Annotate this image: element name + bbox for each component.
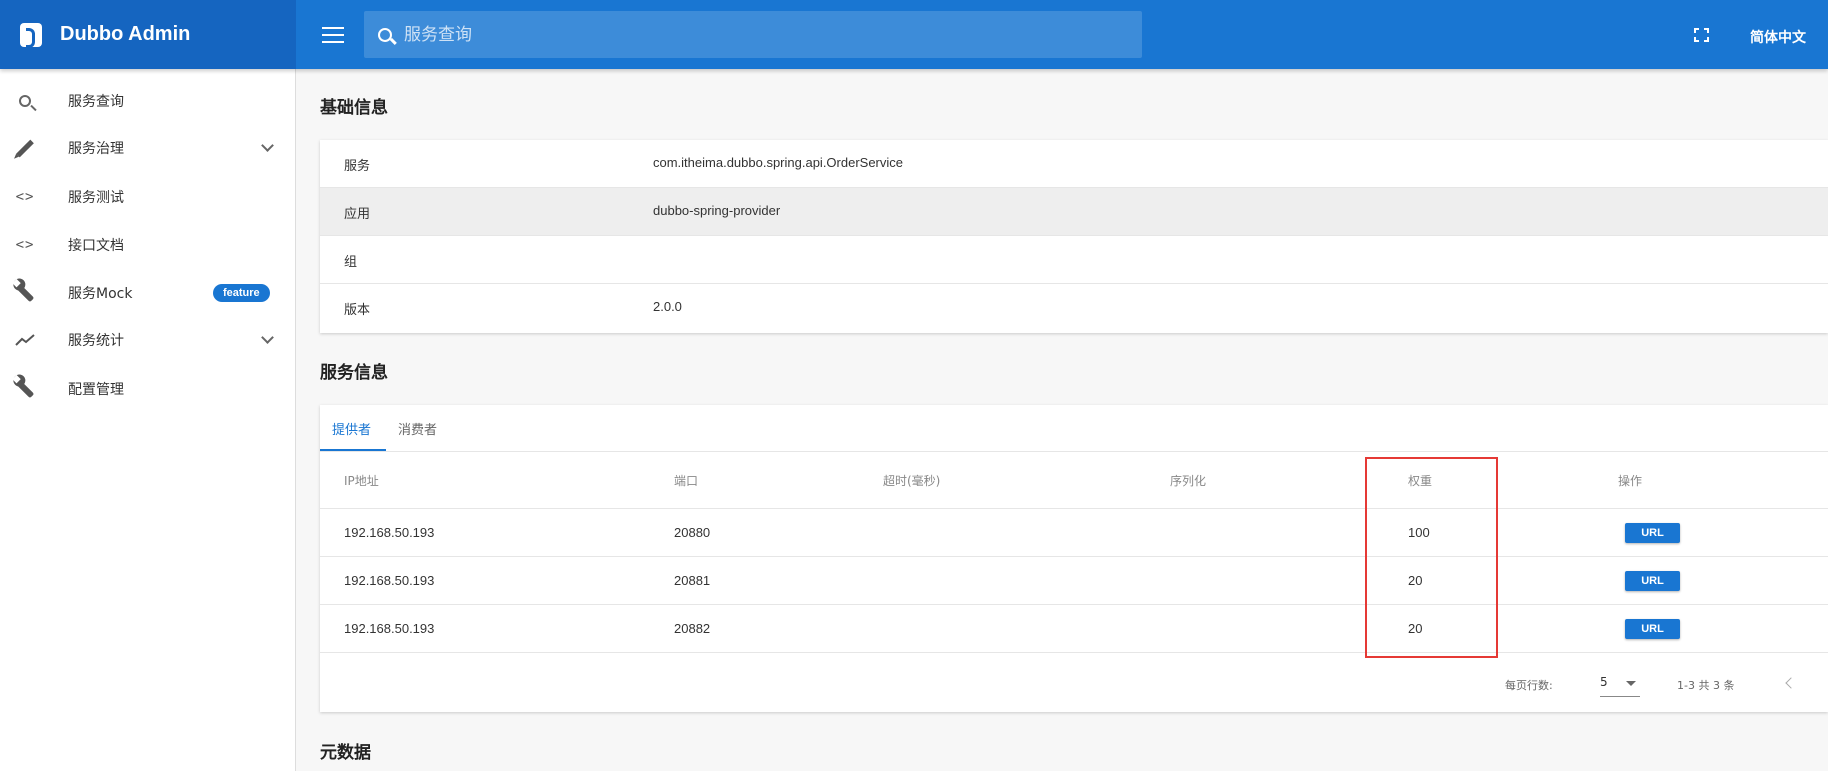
info-row-version: 版本 2.0.0: [320, 284, 1828, 332]
basic-info-title: 基础信息: [320, 98, 388, 118]
column-header-ip[interactable]: IP地址: [344, 472, 379, 489]
sidebar-item-service-search[interactable]: 服务查询: [0, 77, 296, 125]
column-header-action: 操作: [1618, 474, 1643, 488]
wrench-icon: [14, 378, 36, 400]
info-key: 服务: [344, 159, 371, 174]
info-value: dubbo-spring-provider: [653, 203, 781, 218]
sidebar-item-service-statistics[interactable]: 服务统计: [0, 316, 296, 364]
cell-port: 20881: [674, 573, 711, 588]
sidebar-item-service-governance[interactable]: 服务治理: [0, 124, 296, 172]
sidebar-item-label: 服务测试: [68, 190, 124, 206]
code-icon: <>: [15, 189, 35, 205]
column-header-timeout[interactable]: 超时(毫秒): [883, 472, 940, 489]
url-button[interactable]: URL: [1625, 619, 1680, 639]
menu-icon[interactable]: [322, 26, 344, 43]
wrench-icon: [14, 282, 36, 304]
dubbo-logo-icon: [20, 22, 42, 48]
column-header-serialization[interactable]: 序列化: [1170, 472, 1206, 489]
cell-weight: 100: [1408, 525, 1430, 540]
tab-consumers[interactable]: 消费者: [398, 419, 437, 438]
info-value: 2.0.0: [653, 299, 682, 314]
sidebar-item-label: 服务Mock: [68, 286, 133, 302]
search-input[interactable]: [404, 11, 1142, 58]
sidebar-item-label: 服务查询: [68, 94, 124, 110]
sidebar-item-api-docs[interactable]: <> 接口文档: [0, 221, 296, 269]
cell-ip: 192.168.50.193: [344, 573, 435, 588]
column-header-port[interactable]: 端口: [674, 472, 698, 489]
app-title: Dubbo Admin: [60, 23, 191, 45]
cell-weight: 20: [1408, 573, 1423, 588]
cell-ip: 192.168.50.193: [344, 525, 435, 540]
info-row-service: 服务 com.itheima.dubbo.spring.api.OrderSer…: [320, 140, 1828, 188]
tab-providers[interactable]: 提供者: [332, 419, 371, 438]
cell-ip: 192.168.50.193: [344, 621, 435, 636]
cell-weight: 20: [1408, 621, 1423, 636]
language-switcher[interactable]: 简体中文: [1750, 27, 1806, 47]
table-row: 192.168.50.193 20881 20 URL: [320, 557, 1828, 605]
fullscreen-icon[interactable]: [1694, 28, 1709, 42]
info-row-application: 应用 dubbo-spring-provider: [320, 188, 1828, 236]
url-button[interactable]: URL: [1625, 571, 1680, 591]
sidebar-item-service-mock[interactable]: 服务Mock feature: [0, 269, 296, 317]
active-tab-indicator: [320, 449, 386, 451]
top-app-bar: Dubbo Admin 简体中文: [0, 0, 1828, 69]
pagination-range: 1-3 共 3 条: [1677, 679, 1735, 692]
sidebar-item-config-management[interactable]: 配置管理: [0, 365, 296, 413]
service-info-title: 服务信息: [320, 363, 388, 383]
code-icon: <>: [15, 237, 35, 253]
column-header-weight[interactable]: 权重: [1408, 472, 1432, 489]
info-key: 应用: [344, 207, 371, 222]
info-key: 版本: [344, 303, 371, 318]
rows-per-page-label: 每页行数:: [1505, 679, 1553, 692]
brand: Dubbo Admin: [0, 0, 296, 69]
basic-info-card: 服务 com.itheima.dubbo.spring.api.OrderSer…: [320, 140, 1828, 333]
info-key: 组: [344, 255, 358, 270]
sidebar-item-label: 服务统计: [68, 333, 124, 349]
feature-badge: feature: [213, 284, 270, 302]
sidebar-item-label: 配置管理: [68, 382, 124, 398]
rows-per-page-value: 5: [1600, 675, 1608, 689]
sidebar: 服务查询 服务治理 <> 服务测试 <> 接口文档 服务Mock feature…: [0, 69, 296, 771]
search-box[interactable]: [364, 11, 1142, 58]
info-value: com.itheima.dubbo.spring.api.OrderServic…: [653, 155, 904, 170]
chevron-down-icon: [261, 138, 274, 152]
url-button[interactable]: URL: [1625, 523, 1680, 543]
pencil-icon: [14, 137, 36, 159]
sidebar-item-label: 服务治理: [68, 141, 124, 157]
cell-port: 20880: [674, 525, 711, 540]
caret-down-icon: [1626, 681, 1636, 686]
service-info-card: 提供者 消费者 IP地址 端口 超时(毫秒) 序列化 权重 操作 192.168…: [320, 405, 1828, 712]
metadata-title: 元数据: [320, 743, 371, 763]
chevron-down-icon: [261, 330, 274, 344]
sidebar-item-service-test[interactable]: <> 服务测试: [0, 173, 296, 221]
table-row: 192.168.50.193 20882 20 URL: [320, 605, 1828, 653]
info-row-group: 组: [320, 236, 1828, 284]
rows-per-page-select[interactable]: 5: [1600, 673, 1640, 697]
chart-line-icon: [14, 329, 36, 351]
search-icon: [378, 27, 392, 42]
table-row: 192.168.50.193 20880 100 URL: [320, 509, 1828, 557]
tab-bar: 提供者 消费者: [320, 405, 1828, 452]
table-header: IP地址 端口 超时(毫秒) 序列化 权重 操作: [320, 452, 1828, 509]
sidebar-item-label: 接口文档: [68, 238, 124, 254]
search-icon: [14, 90, 36, 112]
cell-port: 20882: [674, 621, 711, 636]
